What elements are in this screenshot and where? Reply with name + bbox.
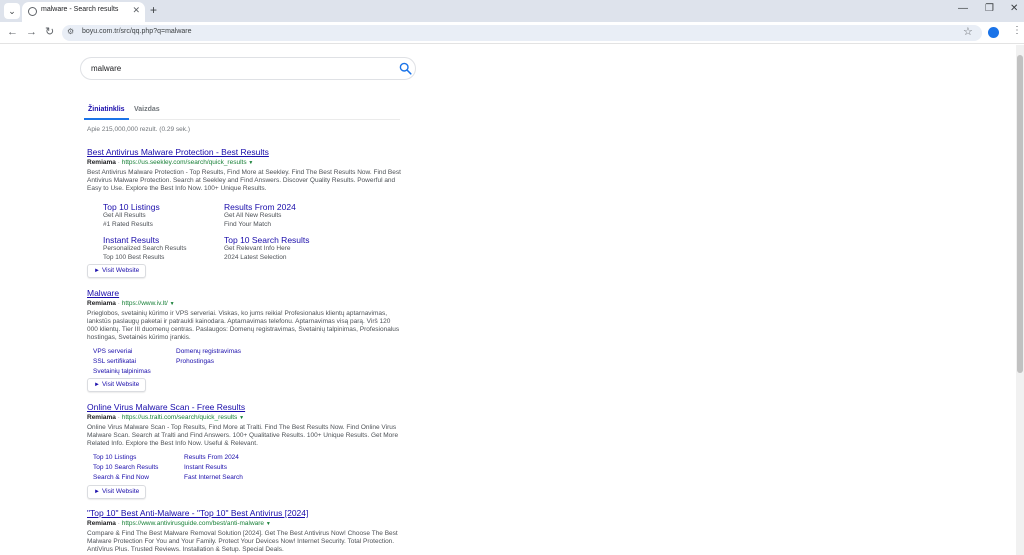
ad-display-url[interactable]: https://www.iv.lt/ xyxy=(122,300,168,307)
ad-display-url[interactable]: https://us.seekley.com/search/quick_resu… xyxy=(122,159,247,166)
restore-icon[interactable]: ❐ xyxy=(985,3,994,14)
ad-description: Online Virus Malware Scan - Top Results,… xyxy=(87,424,399,447)
sitelink-line: Get All New Results xyxy=(224,212,282,219)
ad-result: Malware Remiama · https://www.iv.lt/ ▼ P… xyxy=(87,288,407,342)
sitelink[interactable]: Fast Internet Search xyxy=(184,473,243,483)
profile-avatar-icon[interactable] xyxy=(988,27,999,38)
menu-kebab-icon[interactable]: ⋮ xyxy=(1012,25,1022,36)
tab-search-button[interactable]: ⌄ xyxy=(4,3,20,19)
caret-down-icon[interactable]: ▼ xyxy=(170,301,175,307)
sitelink[interactable]: Search & Find Now xyxy=(93,473,149,483)
sitelink-title[interactable]: Results From 2024 xyxy=(224,202,344,212)
ad-title[interactable]: Online Virus Malware Scan - Free Results xyxy=(87,402,407,413)
sitelink[interactable]: Svetainių talpinimas xyxy=(93,367,151,377)
sitelink[interactable]: Results From 2024 xyxy=(184,453,239,463)
play-arrow-icon: ► xyxy=(94,382,100,388)
tab-strip: ⌄ malware - Search results ✕ + — ❐ ✕ xyxy=(0,0,1024,22)
ad-url-line: Remiama · https://www.antivirusguide.com… xyxy=(87,520,271,527)
sitelink[interactable]: Top 10 Listings Get All Results #1 Rated… xyxy=(103,202,223,229)
ad-url-line: Remiama · https://us.tralti.com/search/q… xyxy=(87,414,245,421)
reload-icon[interactable]: ↻ xyxy=(45,26,54,38)
sitelink-title[interactable]: Instant Results xyxy=(103,235,223,245)
globe-icon xyxy=(28,7,37,16)
active-tab-indicator xyxy=(84,118,129,120)
ad-title[interactable]: Malware xyxy=(87,288,407,299)
result-stats: Apie 215,000,000 rezult. (0.29 sek.) xyxy=(87,126,190,133)
sponsored-label: Remiama xyxy=(87,520,116,527)
sitelink[interactable]: Top 10 Search Results xyxy=(93,463,158,473)
caret-down-icon[interactable]: ▼ xyxy=(248,160,253,166)
sitelink-title[interactable]: Top 10 Listings xyxy=(103,202,223,212)
sitelink[interactable]: Top 10 Search Results Get Relevant Info … xyxy=(224,235,344,262)
search-icon[interactable] xyxy=(399,62,412,75)
sitelink-line: Find Your Match xyxy=(224,220,271,228)
close-window-icon[interactable]: ✕ xyxy=(1010,3,1018,14)
visit-label: Visit Website xyxy=(101,267,140,274)
visit-website-button[interactable]: ► Visit Website xyxy=(87,264,147,278)
play-arrow-icon: ► xyxy=(94,489,100,495)
sitelinks: Top 10 Listings Get All Results #1 Rated… xyxy=(87,202,407,268)
minimize-icon[interactable]: — xyxy=(958,3,968,14)
sitelink-line: Personalized Search Results xyxy=(103,245,187,252)
ad-display-url[interactable]: https://www.antivirusguide.com/best/anti… xyxy=(122,520,264,527)
site-info-icon[interactable]: ⚙ xyxy=(67,27,74,36)
sitelink[interactable]: Prohostingas xyxy=(176,357,214,367)
new-tab-button[interactable]: + xyxy=(150,3,157,17)
forward-icon[interactable]: → xyxy=(26,26,37,38)
tab-images[interactable]: Vaizdas xyxy=(134,106,160,113)
ad-url-line: Remiama · https://us.seekley.com/search/… xyxy=(87,159,254,166)
visit-website-button[interactable]: ► Visit Website xyxy=(87,378,147,392)
ad-description: Compare & Find The Best Malware Removal … xyxy=(87,530,398,553)
ad-result: Online Virus Malware Scan - Free Results… xyxy=(87,402,407,448)
page-scrollbar[interactable] xyxy=(1016,45,1024,555)
search-input[interactable]: malware xyxy=(80,57,416,80)
tab-web[interactable]: Žiniatinklis xyxy=(88,106,125,113)
visit-label: Visit Website xyxy=(101,488,140,495)
ad-description: Best Antivirus Malware Protection - Top … xyxy=(87,169,401,192)
sitelink[interactable]: VPS serveriai xyxy=(93,347,132,357)
sitelink-line: 2024 Latest Selection xyxy=(224,253,287,261)
scrollbar-thumb[interactable] xyxy=(1017,55,1023,373)
search-query[interactable]: malware xyxy=(91,64,121,73)
sitelink[interactable]: Results From 2024 Get All New Results Fi… xyxy=(224,202,344,229)
result-tabs: Žiniatinklis Vaizdas xyxy=(84,102,400,120)
caret-down-icon[interactable]: ▼ xyxy=(266,521,271,527)
visit-label: Visit Website xyxy=(101,381,140,388)
play-arrow-icon: ► xyxy=(94,268,100,274)
sitelink-line: Get Relevant Info Here xyxy=(224,245,291,252)
visit-website-button[interactable]: ► Visit Website xyxy=(87,485,147,499)
ad-description: Prieglobos, svetainių kūrimo ir VPS serv… xyxy=(87,310,400,341)
sitelink-title[interactable]: Top 10 Search Results xyxy=(224,235,344,245)
ad-title[interactable]: Best Antivirus Malware Protection - Best… xyxy=(87,147,407,158)
sponsored-label: Remiama xyxy=(87,159,116,166)
sitelink[interactable]: Top 10 Listings xyxy=(93,453,136,463)
ad-result: "Top 10" Best Anti-Malware - "Top 10" Be… xyxy=(87,508,407,554)
ad-display-url[interactable]: https://us.tralti.com/search/quick_resul… xyxy=(122,414,238,421)
bookmark-star-icon[interactable]: ☆ xyxy=(963,26,973,38)
sitelinks: Top 10 Listings Results From 2024 Top 10… xyxy=(87,453,287,485)
sitelink[interactable]: Instant Results Personalized Search Resu… xyxy=(103,235,223,262)
sitelink[interactable]: Domenų registravimas xyxy=(176,347,241,357)
tab-title: malware - Search results xyxy=(41,6,119,13)
address-bar[interactable]: ⚙ boyu.com.tr/src/qq.php?q=malware xyxy=(62,25,982,41)
sitelink-line: #1 Rated Results xyxy=(103,220,153,228)
back-icon[interactable]: ← xyxy=(7,26,18,38)
sitelink-line: Get All Results xyxy=(103,212,146,219)
ad-result: Best Antivirus Malware Protection - Best… xyxy=(87,147,407,268)
url-text[interactable]: boyu.com.tr/src/qq.php?q=malware xyxy=(82,28,192,35)
ad-url-line: Remiama · https://www.iv.lt/ ▼ xyxy=(87,300,175,307)
sitelink[interactable]: Instant Results xyxy=(184,463,227,473)
sitelinks: VPS serveriai Domenų registravimas SSL s… xyxy=(87,347,287,379)
close-tab-icon[interactable]: ✕ xyxy=(132,5,140,16)
browser-toolbar: ← → ↻ ⚙ boyu.com.tr/src/qq.php?q=malware… xyxy=(0,22,1024,44)
sitelink-line: Top 100 Best Results xyxy=(103,253,165,261)
sponsored-label: Remiama xyxy=(87,300,116,307)
sitelink[interactable]: SSL sertifikatai xyxy=(93,357,136,367)
ad-title[interactable]: "Top 10" Best Anti-Malware - "Top 10" Be… xyxy=(87,508,407,519)
sponsored-label: Remiama xyxy=(87,414,116,421)
caret-down-icon[interactable]: ▼ xyxy=(239,415,244,421)
active-tab[interactable]: malware - Search results ✕ xyxy=(22,2,145,22)
